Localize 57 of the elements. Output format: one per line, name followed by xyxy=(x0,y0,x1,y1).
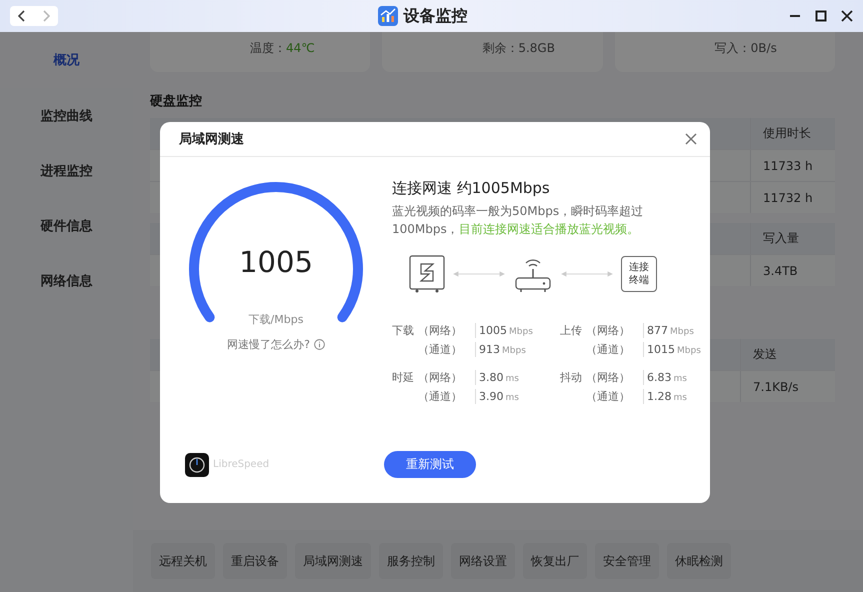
help-link[interactable]: 网速慢了怎么办? xyxy=(227,337,310,352)
action-button[interactable]: 恢复出厂 xyxy=(523,543,587,579)
metric-value: 1.28 ms xyxy=(646,390,688,403)
metric-value: 3.90 ms xyxy=(478,390,520,403)
chevron-left-icon xyxy=(18,10,26,22)
close-button[interactable] xyxy=(839,8,855,24)
channel-label: （网络） xyxy=(586,323,644,338)
info-icon xyxy=(314,339,325,350)
window-title: 设备监控 xyxy=(404,6,468,26)
speed-value: 1005 xyxy=(238,245,314,279)
maximize-icon xyxy=(815,10,827,22)
channel-label: （通道） xyxy=(586,389,644,404)
maximize-button[interactable] xyxy=(813,8,829,24)
channel-label: （通道） xyxy=(418,389,476,404)
device-icon xyxy=(409,255,445,293)
metric-label: 上传 xyxy=(560,323,583,338)
table-cell: 7.1KB/s xyxy=(740,371,835,402)
action-button[interactable]: 休眠检测 xyxy=(667,543,731,579)
retest-button[interactable]: 重新测试 xyxy=(384,451,476,478)
metric-value: 6.83 ms xyxy=(646,371,688,384)
metric-label: 抖动 xyxy=(560,370,583,385)
metric-value: 3.80 ms xyxy=(478,371,520,384)
channel-label: （网络） xyxy=(586,370,644,385)
close-icon xyxy=(684,132,698,146)
section-title: 硬盘监控 xyxy=(150,93,203,110)
chevron-right-icon xyxy=(42,10,50,22)
status-text: 写入：0B/s xyxy=(714,40,777,57)
speedometer-logo-icon xyxy=(185,452,209,476)
action-button[interactable]: 局域网测速 xyxy=(295,543,371,579)
status-text: 剩余：5.8GB xyxy=(482,40,555,57)
double-arrow-icon xyxy=(453,271,505,277)
table-cell: 3.4TB xyxy=(750,255,835,286)
table-cell: 11732 h xyxy=(750,182,835,213)
speed-unit: 下载/Mbps xyxy=(248,312,304,327)
action-button[interactable]: 远程关机 xyxy=(151,543,215,579)
dialog-title: 局域网测速 xyxy=(179,131,244,148)
metric-label: 下载 xyxy=(392,323,415,338)
channel-label: （网络） xyxy=(418,323,476,338)
metric-label: 时延 xyxy=(392,370,415,385)
channel-label: （通道） xyxy=(418,342,476,357)
channel-label: （通道） xyxy=(586,342,644,357)
speed-summary: 连接网速 约1005Mbps xyxy=(392,179,551,198)
metric-value: 877 Mbps xyxy=(646,324,695,337)
action-button[interactable]: 安全管理 xyxy=(595,543,659,579)
terminal-label: 连接终端 xyxy=(621,256,657,292)
double-arrow-icon xyxy=(561,271,613,277)
action-button[interactable]: 重启设备 xyxy=(223,543,287,579)
channel-label: （网络） xyxy=(418,370,476,385)
metric-value: 913 Mbps xyxy=(478,343,527,356)
chart-app-icon xyxy=(378,6,398,26)
metric-value: 1005 Mbps xyxy=(478,324,534,337)
metric-value: 1015 Mbps xyxy=(646,343,701,356)
action-button[interactable]: 网络设置 xyxy=(451,543,515,579)
action-button[interactable]: 服务控制 xyxy=(379,543,443,579)
close-icon xyxy=(841,10,853,22)
speed-description: 蓝光视频的码率一般为50Mbps，瞬时码率超过100Mbps，目前连接网速适合播放蓝光视频。 xyxy=(392,203,644,238)
status-text: 温度：44℃ xyxy=(250,40,315,57)
